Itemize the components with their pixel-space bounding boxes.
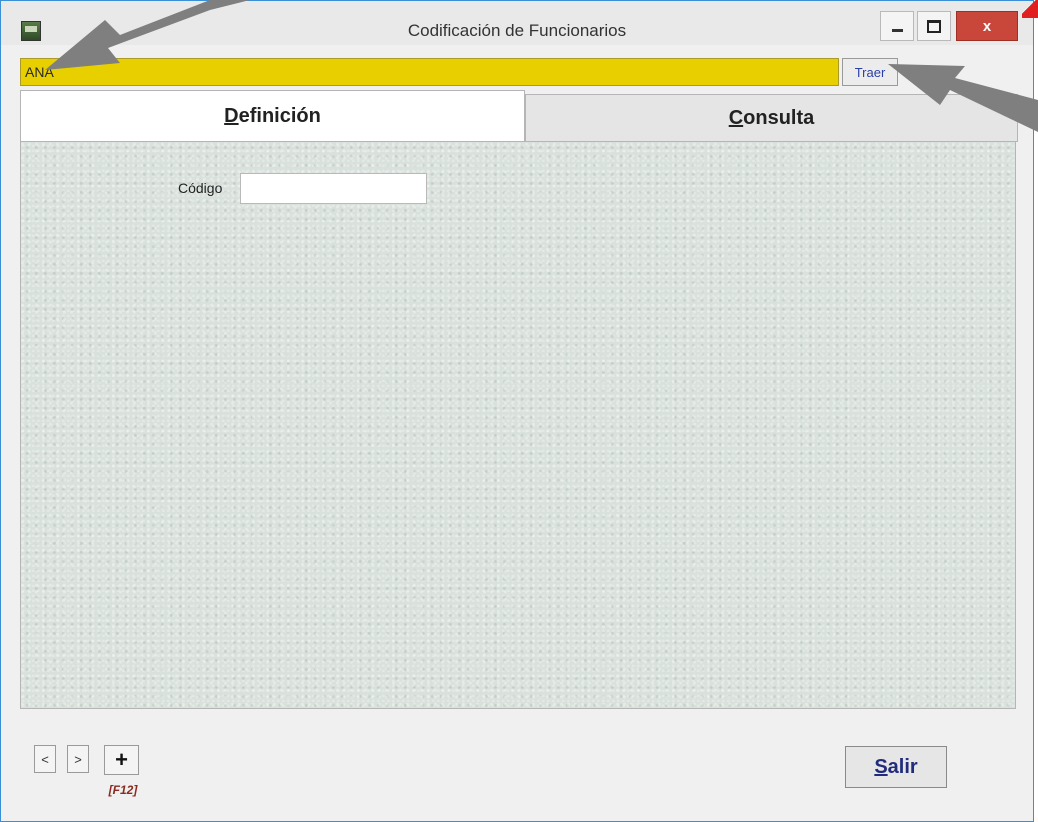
maximize-button[interactable] [917, 11, 951, 41]
tab-definicion-mnemonic: D [224, 105, 239, 127]
definition-panel: Código [20, 141, 1016, 709]
maximize-icon [927, 19, 941, 33]
minimize-icon [891, 28, 903, 32]
close-button[interactable]: x [956, 11, 1018, 41]
add-record-button[interactable]: + [104, 745, 139, 775]
app-window: Codificación de Funcionarios x Traer Def… [0, 0, 1034, 822]
title-bar: Codificación de Funcionarios x [1, 1, 1033, 45]
minimize-button[interactable] [880, 11, 914, 41]
tab-definicion[interactable]: Definición [20, 90, 525, 142]
codigo-input[interactable] [240, 173, 427, 204]
tab-consulta[interactable]: Consulta [525, 94, 1018, 142]
salir-mnemonic: S [874, 755, 888, 778]
tab-definicion-label: efinición [238, 105, 321, 127]
search-row: Traer [20, 58, 1018, 86]
tab-consulta-label: onsulta [743, 106, 815, 129]
salir-label: alir [887, 755, 918, 778]
search-input[interactable] [20, 58, 839, 86]
next-record-button[interactable]: > [67, 745, 89, 773]
traer-button[interactable]: Traer [842, 58, 898, 86]
close-icon: x [982, 17, 992, 35]
codigo-label: Código [178, 180, 223, 196]
window-title: Codificación de Funcionarios [407, 21, 627, 40]
previous-record-button[interactable]: < [34, 745, 56, 773]
add-shortcut-hint: [F12] [108, 783, 138, 797]
annotation-corner-mark-icon [1022, 0, 1038, 18]
tab-bar: Definición Consulta [20, 90, 1018, 142]
tab-consulta-mnemonic: C [728, 106, 744, 129]
salir-button[interactable]: Salir [845, 746, 947, 788]
